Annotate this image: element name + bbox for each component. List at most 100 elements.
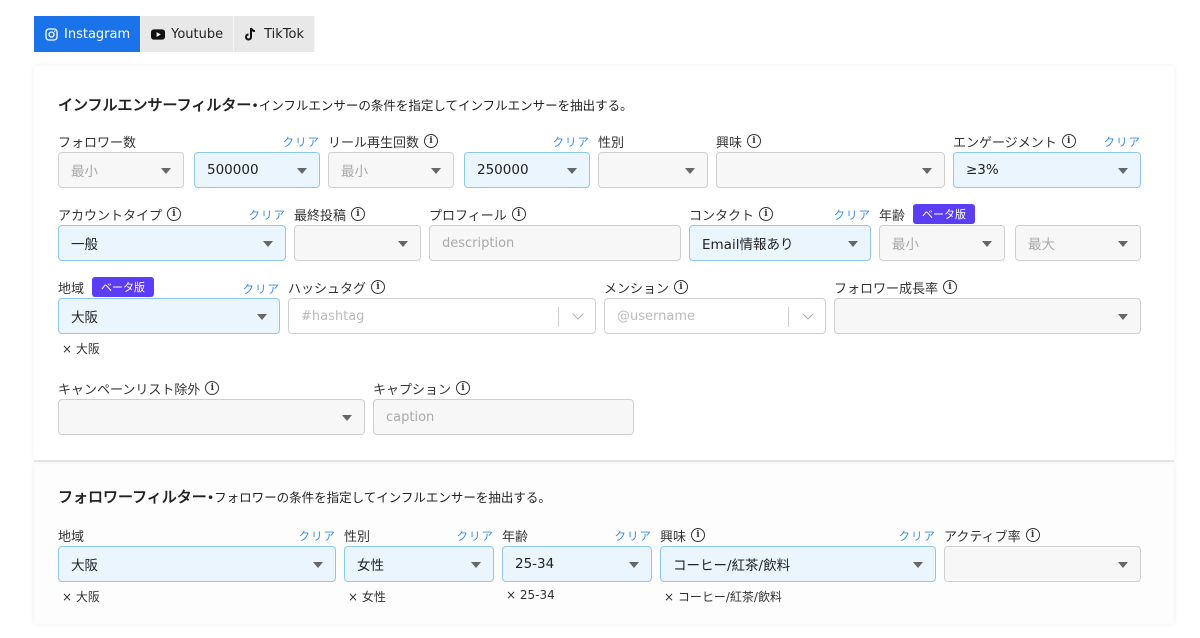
follower-age-label: 年齢 xyxy=(502,529,529,545)
active-rate-label: アクティブ率 xyxy=(944,529,1021,545)
follower-interests-chip[interactable]: × コーヒー/紅茶/飲料 xyxy=(664,588,782,605)
age-field: 年齢 ベータ版 最小 最大 xyxy=(879,202,1141,263)
follower-interests-clear-button[interactable]: クリア xyxy=(899,528,937,544)
placeholder: description xyxy=(442,235,515,251)
interests-label: 興味 xyxy=(716,135,743,151)
info-icon[interactable]: i xyxy=(167,207,182,221)
follower-region-field: 地域 クリア 大阪 × 大阪 xyxy=(58,526,336,606)
info-icon[interactable]: i xyxy=(351,207,366,221)
follower-age-clear-button[interactable]: クリア xyxy=(615,528,653,544)
contact-select[interactable]: Email情報あり xyxy=(689,225,871,261)
followers-min-select[interactable]: 最小 xyxy=(58,152,184,188)
info-icon[interactable]: i xyxy=(747,134,762,148)
follower-interests-label: 興味 xyxy=(660,529,687,545)
gender-select[interactable] xyxy=(598,152,708,188)
tab-youtube[interactable]: Youtube xyxy=(141,16,235,52)
section-divider xyxy=(34,460,1174,462)
info-icon[interactable]: i xyxy=(424,134,439,148)
follower-age-chip[interactable]: × 25-34 xyxy=(506,588,555,602)
info-icon[interactable]: i xyxy=(511,207,526,221)
separator xyxy=(788,307,789,327)
info-icon[interactable]: i xyxy=(205,381,220,395)
follower-region-select[interactable]: 大阪 xyxy=(58,546,336,582)
dropdown-arrow-icon xyxy=(629,562,639,568)
instagram-icon xyxy=(44,27,58,41)
chevron-down-icon[interactable] xyxy=(572,308,584,320)
engagement-field: エンゲージメント i クリア ≥3% xyxy=(953,132,1141,190)
follower-interests-select[interactable]: コーヒー/紅茶/飲料 xyxy=(660,546,936,582)
interests-field: 興味 i xyxy=(716,132,945,190)
follower-growth-select[interactable] xyxy=(834,298,1141,334)
mention-combobox[interactable]: @username xyxy=(604,298,826,334)
info-icon[interactable]: i xyxy=(1025,528,1040,542)
contact-clear-button[interactable]: クリア xyxy=(834,207,872,223)
caption-input[interactable]: caption xyxy=(373,399,634,435)
profile-input[interactable]: description xyxy=(429,225,681,261)
info-icon[interactable]: i xyxy=(1061,134,1076,148)
followers-clear-button[interactable]: クリア xyxy=(283,134,321,150)
follower-gender-select[interactable]: 女性 xyxy=(344,546,494,582)
region-clear-button[interactable]: クリア xyxy=(243,281,281,297)
last-post-label: 最終投稿 xyxy=(294,208,347,224)
info-icon[interactable]: i xyxy=(674,280,689,294)
engagement-clear-button[interactable]: クリア xyxy=(1104,134,1142,150)
follower-growth-field: フォロワー成長率 i xyxy=(834,278,1141,336)
last-post-select[interactable] xyxy=(294,225,421,261)
info-icon[interactable]: i xyxy=(759,207,774,221)
age-max-select[interactable]: 最大 xyxy=(1015,225,1141,261)
last-post-field: 最終投稿 i xyxy=(294,205,421,263)
section-title: インフルエンサーフィルター xyxy=(58,96,252,114)
selected-value: 大阪 xyxy=(71,310,98,326)
account-type-select[interactable]: 一般 xyxy=(58,225,286,261)
tab-tiktok[interactable]: TikTok xyxy=(234,16,316,52)
engagement-select[interactable]: ≥3% xyxy=(953,152,1141,188)
placeholder: 最小 xyxy=(892,237,919,253)
info-icon[interactable]: i xyxy=(691,528,706,542)
hashtag-field: ハッシュタグ i #hashtag xyxy=(288,278,596,336)
tab-label: TikTok xyxy=(264,26,305,42)
follower-region-chip[interactable]: × 大阪 xyxy=(62,588,100,605)
account-type-clear-button[interactable]: クリア xyxy=(249,207,287,223)
info-icon[interactable]: i xyxy=(456,381,471,395)
profile-field: プロフィール i description xyxy=(429,205,681,263)
follower-filter-heading: フォロワーフィルター•フォロワーの条件を指定してインフルエンサーを抽出する。 xyxy=(58,486,551,507)
follower-age-select[interactable]: 25-34 xyxy=(502,546,652,582)
follower-region-clear-button[interactable]: クリア xyxy=(299,528,337,544)
region-field: 地域 ベータ版 クリア 大阪 × 大阪 xyxy=(58,275,280,359)
interests-select[interactable] xyxy=(716,152,945,188)
dropdown-arrow-icon xyxy=(263,241,273,247)
dropdown-arrow-icon xyxy=(431,168,441,174)
dropdown-arrow-icon xyxy=(471,562,481,568)
account-type-label: アカウントタイプ xyxy=(58,208,163,224)
section-description: •インフルエンサーの条件を指定してインフルエンサーを抽出する。 xyxy=(251,98,633,113)
region-chip[interactable]: × 大阪 xyxy=(62,340,100,357)
dropdown-arrow-icon xyxy=(161,168,171,174)
region-select[interactable]: 大阪 xyxy=(58,298,280,334)
reel-views-clear-button[interactable]: クリア xyxy=(553,134,591,150)
campaign-exclude-label: キャンペーンリスト除外 xyxy=(58,382,201,398)
follower-age-field: 年齢 クリア 25-34 × 25-34 xyxy=(502,526,652,606)
dropdown-arrow-icon xyxy=(1118,314,1128,320)
follower-region-label: 地域 xyxy=(58,529,85,545)
separator xyxy=(558,307,559,327)
active-rate-select[interactable] xyxy=(944,546,1141,582)
dropdown-arrow-icon xyxy=(567,168,577,174)
hashtag-combobox[interactable]: #hashtag xyxy=(288,298,596,334)
selected-value: 500000 xyxy=(207,162,259,178)
chevron-down-icon[interactable] xyxy=(802,308,814,320)
reel-views-max-select[interactable]: 250000 xyxy=(464,152,590,188)
info-icon[interactable]: i xyxy=(371,280,386,294)
influencer-filter-panel: インフルエンサーフィルター•インフルエンサーの条件を指定してインフルエンサーを抽… xyxy=(34,66,1174,460)
follower-gender-chip[interactable]: × 女性 xyxy=(348,588,386,605)
age-min-select[interactable]: 最小 xyxy=(879,225,1005,261)
follower-gender-clear-button[interactable]: クリア xyxy=(457,528,495,544)
contact-field: コンタクト i クリア Email情報あり xyxy=(689,205,871,263)
dropdown-arrow-icon xyxy=(342,415,352,421)
campaign-exclude-select[interactable] xyxy=(58,399,365,435)
followers-max-select[interactable]: 500000 xyxy=(194,152,320,188)
reel-views-min-select[interactable]: 最小 xyxy=(328,152,454,188)
info-icon[interactable]: i xyxy=(943,280,958,294)
campaign-exclude-field: キャンペーンリスト除外 i xyxy=(58,379,365,437)
tab-instagram[interactable]: Instagram xyxy=(34,16,142,52)
age-label: 年齢 xyxy=(879,208,906,224)
